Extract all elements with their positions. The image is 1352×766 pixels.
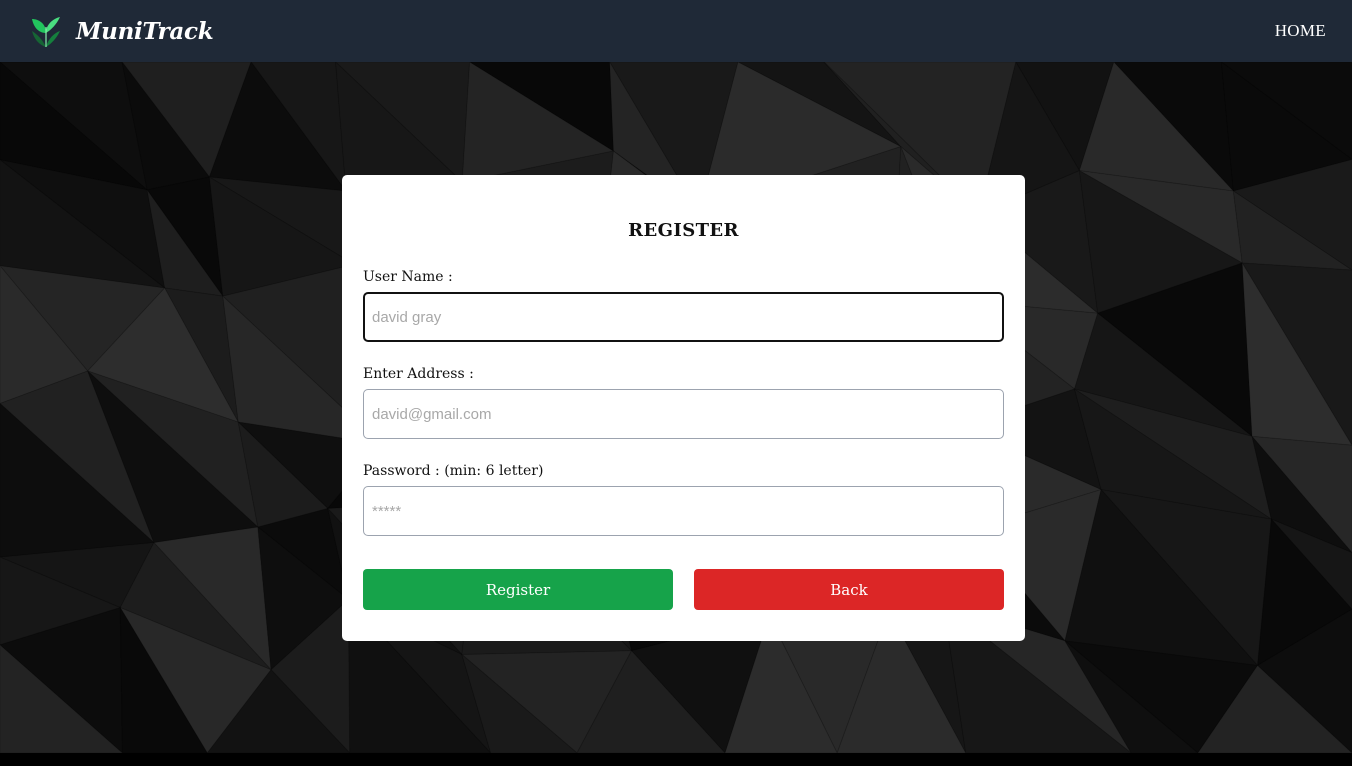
form-title: REGISTER [628,220,739,241]
nav-home-link[interactable]: HOME [1275,21,1326,41]
username-label: User Name : [363,269,453,285]
address-input[interactable] [363,389,1004,439]
password-label: Password : (min: 6 letter) [363,463,544,479]
leaf-logo-icon [28,13,64,49]
register-button[interactable]: Register [363,569,673,610]
address-label: Enter Address : [363,366,474,382]
bottom-strip [0,753,1352,766]
button-row: Register Back [363,569,1004,610]
back-button[interactable]: Back [694,569,1004,610]
register-card: REGISTER User Name : Enter Address : Pas… [342,175,1025,641]
brand-name: MuniTrack [76,17,214,45]
top-navbar: MuniTrack HOME [0,0,1352,62]
password-input[interactable] [363,486,1004,536]
username-input[interactable] [363,292,1004,342]
brand[interactable]: MuniTrack [28,13,214,49]
